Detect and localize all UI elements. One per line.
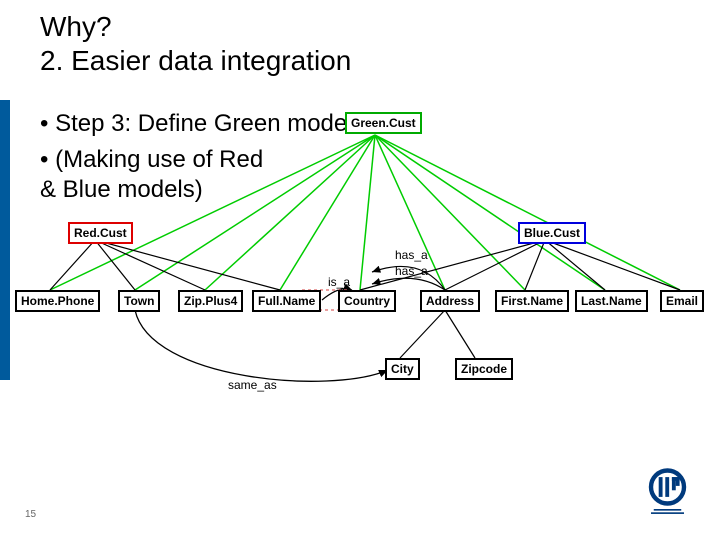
node-email: Email (660, 290, 704, 312)
bullet-step3: Step 3: Define Green model (40, 110, 353, 138)
node-zipcode: Zipcode (455, 358, 513, 380)
node-fullname: Full.Name (252, 290, 321, 312)
node-green-cust: Green.Cust (345, 112, 422, 134)
hp-logo (640, 465, 695, 520)
node-town: Town (118, 290, 160, 312)
title-line-2: 2. Easier data integration (40, 44, 351, 78)
slide: Why? 2. Easier data integration Step 3: … (0, 0, 720, 540)
node-red-cust: Red.Cust (68, 222, 133, 244)
edge-label-has-a-1: has_a (395, 248, 428, 262)
node-firstname: First.Name (495, 290, 569, 312)
node-blue-cust: Blue.Cust (518, 222, 586, 244)
node-zipplus4: Zip.Plus4 (178, 290, 243, 312)
diagram-edges (0, 0, 720, 540)
left-accent-bar (0, 100, 10, 380)
edge-label-has-a-2: has_a (395, 264, 428, 278)
node-home-phone: Home.Phone (15, 290, 100, 312)
node-address: Address (420, 290, 480, 312)
edge-label-same-as: same_as (228, 378, 277, 392)
node-lastname: Last.Name (575, 290, 648, 312)
node-country: Country (338, 290, 396, 312)
page-number: 15 (25, 509, 36, 520)
title-line-1: Why? (40, 10, 351, 44)
bullet-making-use: (Making use of Red & Blue models) (40, 145, 263, 205)
node-city: City (385, 358, 420, 380)
slide-title: Why? 2. Easier data integration (40, 10, 351, 77)
edge-label-is-a: is_a (328, 275, 350, 289)
